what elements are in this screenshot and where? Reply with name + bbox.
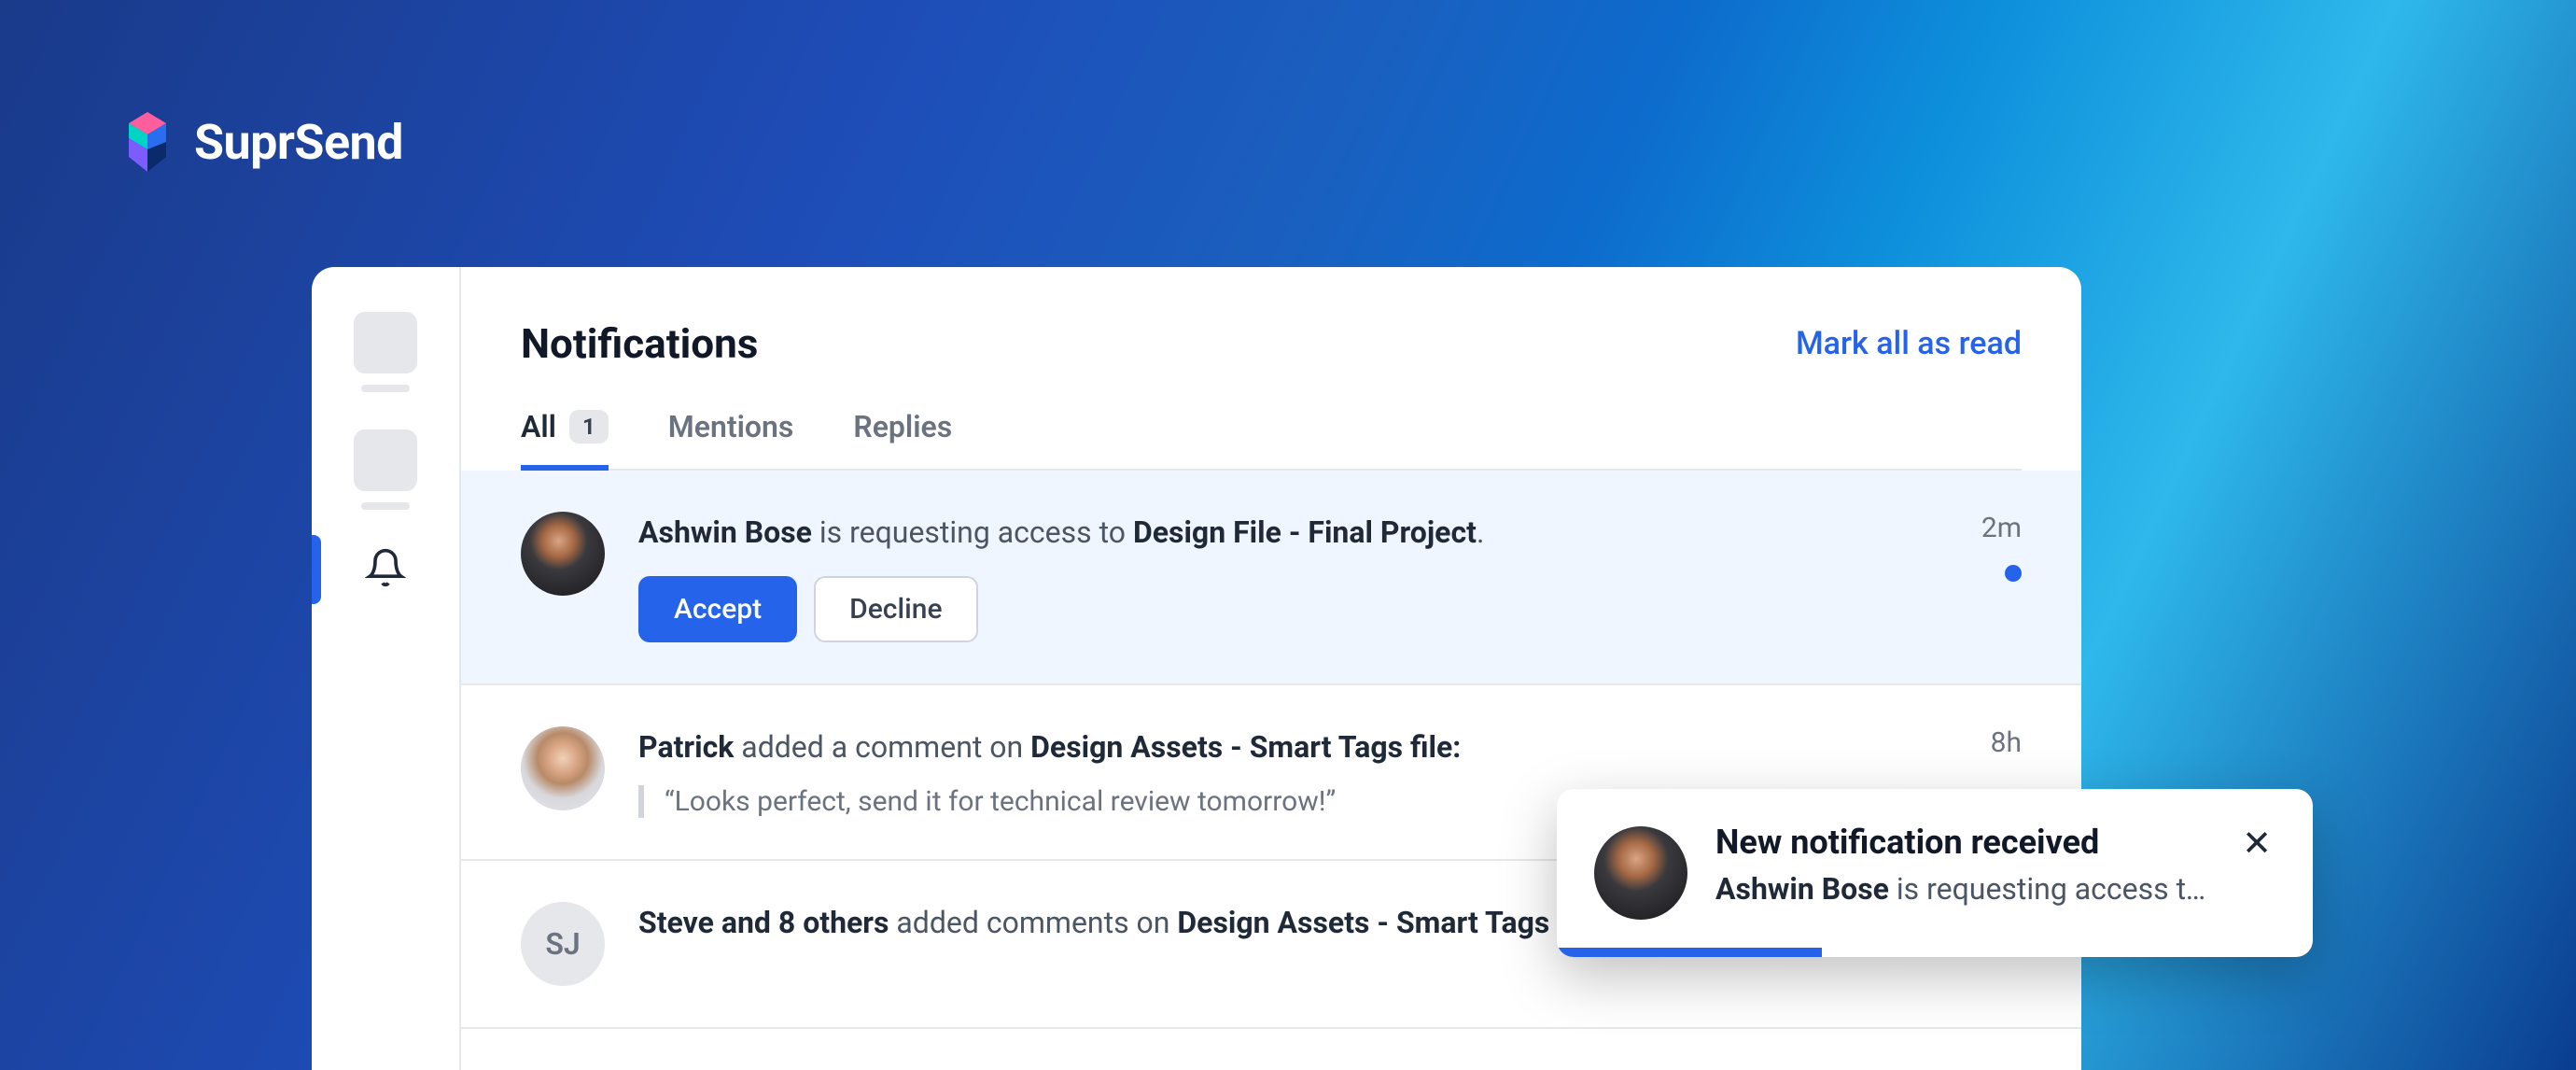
avatar	[1594, 826, 1687, 920]
page-title: Notifications	[521, 319, 758, 368]
bell-icon	[365, 547, 406, 592]
sidebar-item-placeholder	[354, 429, 417, 510]
timestamp: 8h	[1991, 726, 2022, 759]
accept-button[interactable]: Accept	[638, 576, 797, 642]
tab-label: Mentions	[668, 409, 794, 444]
mark-all-read-link[interactable]: Mark all as read	[1796, 325, 2022, 362]
unread-indicator	[2005, 565, 2022, 582]
active-indicator	[312, 535, 321, 604]
tab-mentions[interactable]: Mentions	[668, 409, 794, 471]
sidebar-item-notifications[interactable]	[312, 547, 459, 592]
brand-name: SuprSend	[194, 114, 403, 171]
close-icon[interactable]: ✕	[2238, 823, 2275, 920]
timestamp: 2m	[1981, 512, 2022, 544]
avatar	[521, 512, 605, 596]
toast-message: Ashwin Bose is requesting access to D…	[1715, 871, 2210, 907]
tab-label: Replies	[853, 409, 952, 444]
sidebar	[312, 267, 461, 1070]
toast-title: New notification received	[1715, 823, 2210, 862]
toast-notification[interactable]: New notification received Ashwin Bose is…	[1557, 789, 2313, 957]
notification-item[interactable]: Ashwin Bose is requesting access to Desi…	[461, 471, 2081, 685]
toast-progress	[1557, 948, 1822, 957]
logo-icon	[121, 112, 174, 172]
tab-badge: 1	[569, 410, 609, 443]
tab-all[interactable]: All 1	[521, 409, 609, 471]
sidebar-item-placeholder	[354, 312, 417, 392]
avatar: SJ	[521, 902, 605, 986]
notification-message: Ashwin Bose is requesting access to Desi…	[638, 512, 1948, 554]
tabs: All 1 Mentions Replies	[521, 409, 2022, 471]
tab-label: All	[521, 409, 556, 444]
tab-replies[interactable]: Replies	[853, 409, 952, 471]
avatar	[521, 726, 605, 810]
decline-button[interactable]: Decline	[814, 576, 977, 642]
notification-message: Patrick added a comment on Design Assets…	[638, 726, 1957, 768]
brand-logo: SuprSend	[121, 112, 403, 172]
